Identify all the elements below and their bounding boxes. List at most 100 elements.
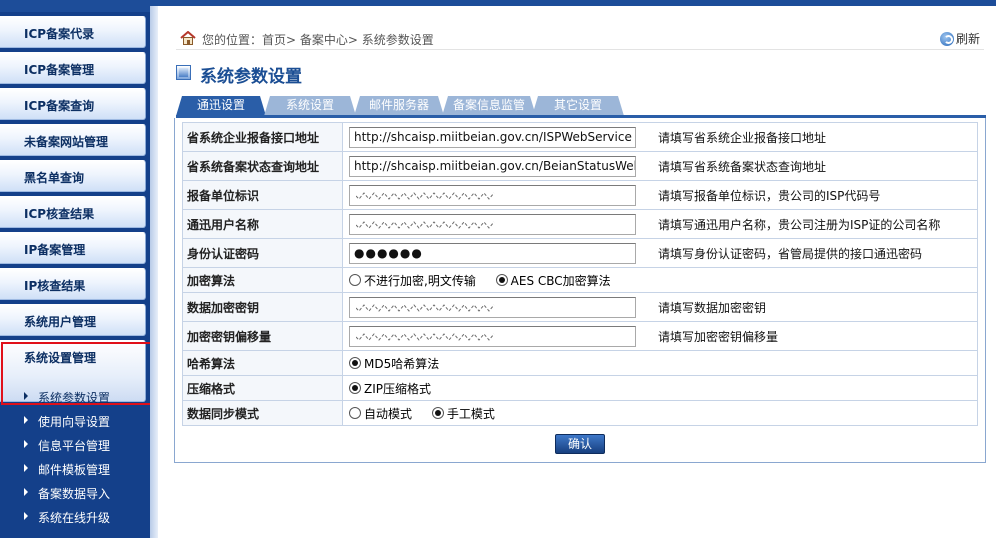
- radio-label: MD5哈希算法: [364, 356, 440, 371]
- field-label: 数据加密密钥: [182, 292, 343, 322]
- sidebar-item-label: IP备案管理: [24, 243, 86, 257]
- confirm-button[interactable]: 确认: [555, 434, 605, 454]
- sidebar-item-icp-manage[interactable]: ICP备案管理: [0, 52, 146, 84]
- radio-manual-sync[interactable]: [431, 407, 444, 419]
- tab-communication[interactable]: 通迅设置: [176, 96, 266, 116]
- field-hint: 请填写通迅用户名称，贵公司注册为ISP证的公司名称: [658, 217, 941, 232]
- province-report-url-field[interactable]: http://shcaisp.miitbeian.gov.cn/ISPWebSe…: [349, 126, 636, 148]
- sidebar-item-label: IP核查结果: [24, 279, 86, 293]
- breadcrumb-text: 您的位置：首页> 备案中心> 系统参数设置: [202, 33, 434, 47]
- radio-label: 不进行加密,明文传输: [364, 273, 476, 288]
- redacted-text-scribble: [356, 220, 495, 229]
- radio-label: AES CBC加密算法: [510, 273, 611, 288]
- sidebar-item-ip-check[interactable]: IP核查结果: [0, 268, 146, 300]
- sidebar-subitem-label: 信息平台管理: [38, 439, 111, 453]
- sidebar-item-unregistered-sites[interactable]: 未备案网站管理: [0, 124, 146, 156]
- tab-bar: 通迅设置 系统设置 邮件服务器 备案信息监管 其它设置: [176, 96, 986, 116]
- refresh-label: 刷新: [955, 32, 980, 46]
- form-row: 通迅用户名称 请填写通迅用户名称，贵公司注册为ISP证的公司名称: [182, 209, 978, 239]
- sidebar-subitem-label: 系统参数设置: [38, 391, 111, 405]
- field-label: 加密算法: [182, 267, 343, 293]
- field-hint: 请填写报备单位标识，贵公司的ISP代码号: [658, 188, 881, 203]
- field-hint: 请填写省系统企业报备接口地址: [658, 130, 827, 145]
- content-gutter: [150, 6, 158, 538]
- page-title: 系统参数设置: [200, 67, 302, 87]
- password-field[interactable]: ●●●●●●: [349, 242, 636, 264]
- reporter-id-field[interactable]: [349, 184, 636, 206]
- radio-label: 手工模式: [446, 406, 495, 421]
- tab-other[interactable]: 其它设置: [532, 96, 624, 116]
- sidebar-subitem-platform[interactable]: 信息平台管理: [24, 436, 148, 456]
- sidebar-subitem-system-params[interactable]: 系统参数设置: [24, 388, 148, 408]
- sidebar-subitem-guide[interactable]: 使用向导设置: [24, 412, 148, 432]
- radio-zip[interactable]: [349, 382, 361, 394]
- field-hint: 请填写数据加密密钥: [658, 300, 767, 315]
- username-field[interactable]: [349, 213, 636, 235]
- redacted-text-scribble: [356, 191, 495, 200]
- redacted-text-scribble: [356, 332, 495, 341]
- form-row: 数据加密密钥 请填写数据加密密钥: [182, 292, 978, 322]
- redacted-text-scribble: [356, 303, 495, 312]
- triangle-right-icon: [24, 464, 28, 472]
- radio-md5[interactable]: [349, 357, 361, 369]
- field-label: 哈希算法: [182, 350, 343, 376]
- field-label: 报备单位标识: [182, 180, 343, 210]
- sidebar-item-system-users[interactable]: 系统用户管理: [0, 304, 146, 336]
- sidebar-subitem-mail-template[interactable]: 邮件模板管理: [24, 460, 148, 480]
- sidebar-item-icp-query[interactable]: ICP备案查询: [0, 88, 146, 120]
- sidebar-item-label: 未备案网站管理: [24, 135, 109, 149]
- sidebar-item-label: 黑名单查询: [24, 171, 85, 185]
- sidebar-item-label: 系统用户管理: [24, 315, 97, 329]
- tab-system[interactable]: 系统设置: [264, 96, 356, 116]
- radio-label: 自动模式: [364, 406, 413, 421]
- settings-panel: 省系统企业报备接口地址 http://shcaisp.miitbeian.gov…: [174, 118, 986, 463]
- refresh-icon: [939, 32, 954, 46]
- triangle-right-icon: [24, 488, 28, 496]
- sidebar-subitem-online-upgrade[interactable]: 系统在线升级: [24, 508, 148, 528]
- sidebar-item-blacklist[interactable]: 黑名单查询: [0, 160, 146, 192]
- home-icon[interactable]: [180, 31, 196, 45]
- sidebar-item-label: ICP备案代录: [24, 27, 95, 41]
- form-row: 加密密钥偏移量 请填写加密密钥偏移量: [182, 321, 978, 351]
- tab-record-supervision[interactable]: 备案信息监管: [442, 96, 536, 116]
- sidebar-item-icp-check[interactable]: ICP核查结果: [0, 196, 146, 228]
- form-row: 省系统备案状态查询地址 http://shcaisp.miitbeian.gov…: [182, 151, 978, 181]
- radio-plaintext[interactable]: [349, 274, 361, 286]
- triangle-right-icon: [24, 392, 28, 400]
- field-hint: 请填写加密密钥偏移量: [658, 329, 779, 344]
- sidebar-subitem-label: 系统在线升级: [38, 511, 111, 525]
- sidebar-subitem-label: 使用向导设置: [38, 415, 111, 429]
- form-row: 压缩格式 ZIP压缩格式: [182, 375, 978, 401]
- radio-label: ZIP压缩格式: [364, 381, 431, 396]
- sidebar-item-ip-manage[interactable]: IP备案管理: [0, 232, 146, 264]
- radio-aes-cbc[interactable]: [495, 274, 508, 286]
- form-row: 报备单位标识 请填写报备单位标识，贵公司的ISP代码号: [182, 180, 978, 210]
- settings-window-icon: [176, 65, 191, 80]
- sidebar-item-icp-proxy[interactable]: ICP备案代录: [0, 16, 146, 48]
- sidebar: ICP备案代录 ICP备案管理 ICP备案查询 未备案网站管理 黑名单查询 IC…: [0, 0, 150, 538]
- field-label: 通迅用户名称: [182, 209, 343, 239]
- province-status-url-field[interactable]: http://shcaisp.miitbeian.gov.cn/BeianSta…: [349, 155, 636, 177]
- field-label: 省系统企业报备接口地址: [182, 122, 343, 152]
- field-label: 身份认证密码: [182, 238, 343, 268]
- encryption-key-field[interactable]: [349, 296, 636, 318]
- sidebar-subitem-data-import[interactable]: 备案数据导入: [24, 484, 148, 504]
- key-offset-field[interactable]: [349, 325, 636, 347]
- form-row: 加密算法 不进行加密,明文传输 AES CBC加密算法: [182, 267, 978, 293]
- field-label: 数据同步模式: [182, 400, 343, 426]
- field-label: 加密密钥偏移量: [182, 321, 343, 351]
- tab-mail-server[interactable]: 邮件服务器: [354, 96, 444, 116]
- top-strip: [150, 0, 996, 6]
- form-row: 身份认证密码 ●●●●●● 请填写身份认证密码，省管局提供的接口通迅密码: [182, 238, 978, 268]
- field-hint: 请填写省系统备案状态查询地址: [658, 159, 827, 174]
- sidebar-subitem-label: 备案数据导入: [38, 487, 111, 501]
- sidebar-subitem-label: 邮件模板管理: [38, 463, 111, 477]
- refresh-button[interactable]: 刷新: [939, 30, 980, 47]
- radio-auto-sync[interactable]: [349, 407, 361, 419]
- settings-form: 省系统企业报备接口地址 http://shcaisp.miitbeian.gov…: [182, 122, 978, 426]
- form-row: 数据同步模式 自动模式 手工模式: [182, 400, 978, 426]
- form-row: 省系统企业报备接口地址 http://shcaisp.miitbeian.gov…: [182, 122, 978, 152]
- sidebar-item-label: ICP备案管理: [24, 63, 95, 77]
- triangle-right-icon: [24, 512, 28, 520]
- sidebar-top-strip: [0, 0, 150, 12]
